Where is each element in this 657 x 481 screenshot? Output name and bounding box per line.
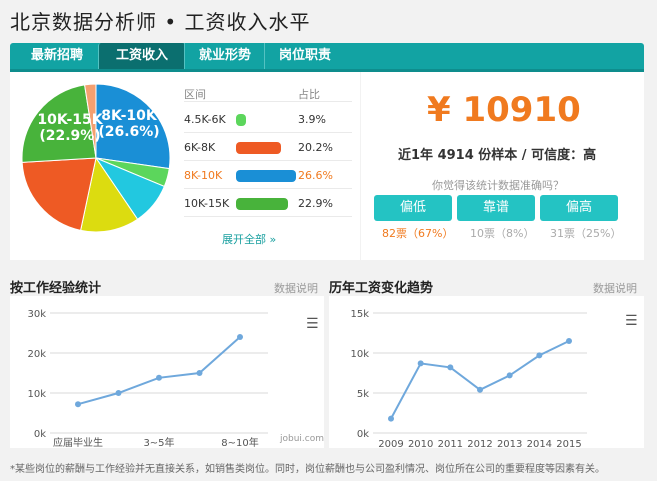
data-point bbox=[115, 390, 122, 396]
experience-data-note-link[interactable]: 数据说明 bbox=[274, 280, 318, 296]
x-tick-label: 2014 bbox=[527, 439, 552, 448]
vote-accurate-button[interactable]: 靠谱 bbox=[457, 195, 535, 221]
x-tick-label: 2012 bbox=[467, 439, 492, 448]
header-ratio: 占比 bbox=[298, 88, 320, 101]
data-point bbox=[237, 334, 243, 340]
vote-low-count: 82票（67%） bbox=[382, 227, 454, 240]
x-tick-label: 3~5年 bbox=[143, 436, 174, 448]
accuracy-question: 你觉得该统计数据准确吗？ bbox=[432, 179, 564, 192]
y-tick-label: 10k bbox=[350, 349, 369, 360]
range-label: 6K-8K bbox=[184, 141, 216, 154]
tab-salary[interactable]: 工资收入 bbox=[98, 43, 185, 69]
header-range: 区间 bbox=[184, 88, 206, 101]
tab-latest-jobs[interactable]: 最新招聘 bbox=[16, 43, 98, 69]
vote-accurate-count: 10票（8%） bbox=[470, 227, 535, 240]
ratio-value: 3.9% bbox=[298, 113, 326, 126]
data-point bbox=[566, 338, 572, 344]
ratio-value: 22.9% bbox=[298, 197, 333, 210]
x-tick-label: 2013 bbox=[497, 439, 522, 448]
range-label: 4.5K-6K bbox=[184, 113, 226, 126]
vote-low-button[interactable]: 偏低 bbox=[374, 195, 452, 221]
sample-info: 近1年 4914 份样本 / 可信度：高 bbox=[398, 148, 597, 163]
expand-all-link[interactable]: 展开全部 » bbox=[222, 231, 276, 247]
trend-data-note-link[interactable]: 数据说明 bbox=[593, 280, 637, 296]
range-label: 10K-15K bbox=[184, 197, 230, 210]
tab-responsibilities[interactable]: 岗位职责 bbox=[264, 43, 345, 69]
data-point bbox=[417, 360, 424, 367]
series-line bbox=[77, 336, 241, 406]
ratio-bar bbox=[236, 198, 288, 210]
y-tick-label: 30k bbox=[27, 309, 46, 320]
pie-label-8k-10k-pct: (26.6%) bbox=[98, 124, 160, 140]
page-title: 北京数据分析师 • 工资收入水平 bbox=[10, 10, 311, 34]
data-point bbox=[477, 386, 483, 393]
data-point bbox=[536, 352, 543, 359]
x-tick-label: 8~10年 bbox=[221, 436, 258, 448]
ratio-value: 26.6% bbox=[298, 169, 333, 182]
data-point bbox=[388, 415, 394, 422]
tab-employment[interactable]: 就业形势 bbox=[184, 43, 265, 69]
y-tick-label: 20k bbox=[27, 349, 46, 360]
ratio-bar bbox=[236, 170, 296, 182]
y-tick-label: 0k bbox=[34, 429, 46, 440]
average-salary: ¥ 10910 bbox=[427, 90, 581, 130]
data-point bbox=[447, 364, 454, 371]
x-tick-label: 应届毕业生 bbox=[53, 436, 103, 448]
menu-icon[interactable]: ☰ bbox=[306, 316, 319, 332]
range-label: 8K-10K bbox=[184, 169, 223, 182]
data-point bbox=[196, 370, 203, 376]
data-point bbox=[156, 374, 162, 381]
ratio-value: 20.2% bbox=[298, 141, 333, 154]
pie-label-8k-10k: 8K-10K (26.6%) bbox=[92, 108, 166, 140]
data-point bbox=[506, 372, 513, 379]
ratio-bar bbox=[236, 114, 246, 126]
vote-high-button[interactable]: 偏高 bbox=[540, 195, 618, 221]
vote-high-count: 31票（25%） bbox=[550, 227, 622, 240]
table-header-divider bbox=[184, 101, 352, 102]
salary-pie-chart bbox=[21, 83, 171, 233]
y-tick-label: 10k bbox=[27, 389, 46, 400]
tab-bar: 最新招聘 工资收入 就业形势 岗位职责 bbox=[10, 43, 644, 72]
x-tick-label: 2010 bbox=[408, 439, 433, 448]
y-tick-label: 5k bbox=[357, 389, 369, 400]
table-row: 4.5K-6K 3.9% bbox=[184, 106, 352, 133]
watermark: jobui.com bbox=[280, 434, 325, 444]
pie-label-8k-10k-range: 8K-10K bbox=[101, 108, 157, 124]
y-tick-label: 0k bbox=[357, 429, 369, 440]
trend-title: 历年工资变化趋势 bbox=[329, 281, 434, 296]
x-tick-label: 2009 bbox=[378, 439, 403, 448]
table-row: 6K-8K 20.2% bbox=[184, 134, 352, 161]
ratio-bar bbox=[236, 142, 282, 154]
table-row: 8K-10K 26.6% bbox=[184, 162, 352, 189]
y-tick-label: 15k bbox=[350, 309, 369, 320]
data-point bbox=[75, 401, 81, 408]
x-tick-label: 2015 bbox=[556, 439, 581, 448]
experience-line-chart: 0k 10k 20k 30k 应届毕业生 3~5年 8~10年 bbox=[27, 309, 268, 448]
table-row: 10K-15K 22.9% bbox=[184, 190, 352, 217]
experience-title: 按工作经验统计 bbox=[10, 281, 102, 296]
footnote: *某些岗位的薪酬与工作经验并无直接关系，如销售类岗位。同时，岗位薪酬也与公司盈利… bbox=[10, 464, 605, 475]
menu-icon[interactable]: ☰ bbox=[625, 313, 638, 329]
x-tick-label: 2011 bbox=[438, 439, 463, 448]
trend-line-chart: 0k 5k 10k 15k 2009 2010 2011 2012 2013 2014 2015 bbox=[350, 309, 587, 448]
